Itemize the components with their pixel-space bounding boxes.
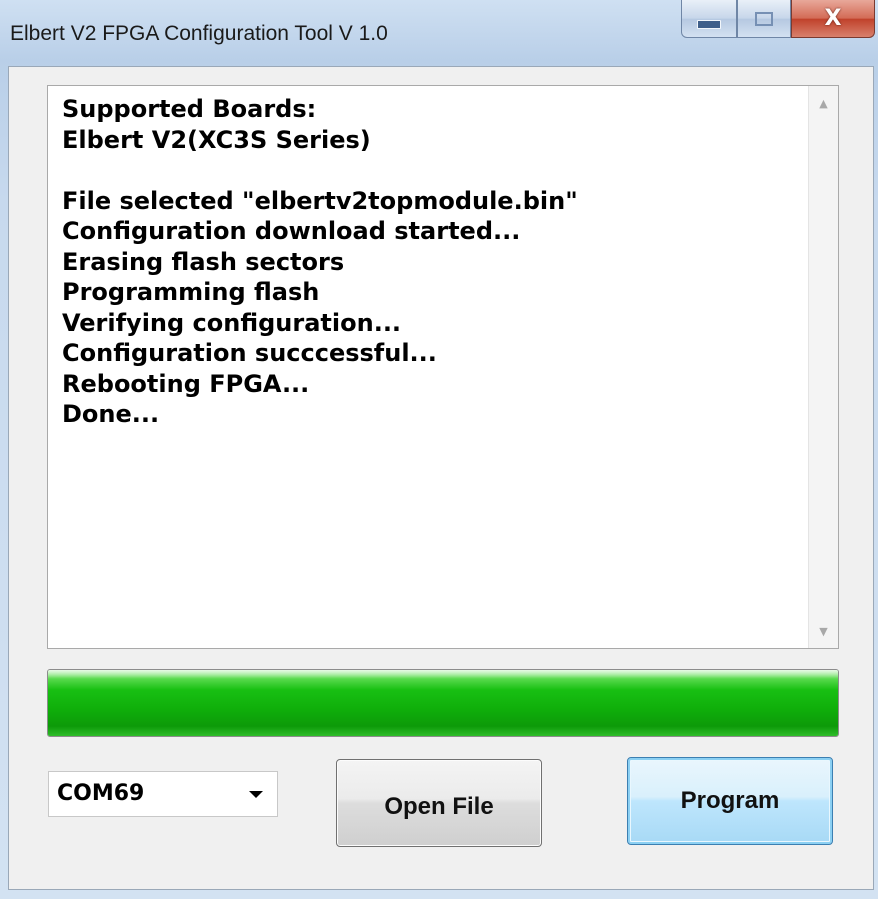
log-textbox[interactable]: Supported Boards: Elbert V2(XC3S Series)… bbox=[47, 85, 839, 649]
progress-fill bbox=[48, 670, 838, 736]
com-port-select[interactable]: COM69 bbox=[48, 771, 278, 817]
close-button[interactable]: X bbox=[791, 0, 875, 38]
minimize-icon bbox=[697, 20, 721, 29]
log-line: Rebooting FPGA... bbox=[62, 369, 310, 398]
log-line: Elbert V2(XC3S Series) bbox=[62, 125, 371, 154]
open-file-button[interactable]: Open File bbox=[336, 759, 542, 847]
window-title: Elbert V2 FPGA Configuration Tool V 1.0 bbox=[10, 22, 388, 45]
maximize-button[interactable] bbox=[737, 0, 791, 38]
log-line: Verifying configuration... bbox=[62, 308, 402, 337]
title-bar[interactable]: Elbert V2 FPGA Configuration Tool V 1.0 … bbox=[0, 0, 878, 66]
client-area: Supported Boards: Elbert V2(XC3S Series)… bbox=[8, 66, 874, 890]
log-lines: Supported Boards: Elbert V2(XC3S Series)… bbox=[62, 94, 798, 430]
program-button[interactable]: Program bbox=[627, 757, 833, 845]
maximize-icon bbox=[755, 11, 773, 26]
progress-bar bbox=[47, 669, 839, 737]
log-line: Done... bbox=[62, 400, 160, 428]
program-label: Program bbox=[680, 787, 780, 814]
log-line: Programming flash bbox=[62, 278, 320, 306]
open-file-label: Open File bbox=[384, 793, 494, 820]
log-line: Configuration succcessful... bbox=[62, 339, 437, 367]
close-icon: X bbox=[824, 6, 842, 31]
log-line: Erasing flash sectors bbox=[62, 247, 345, 276]
scroll-up-arrow-icon[interactable]: ▲ bbox=[809, 88, 838, 118]
log-line: Supported Boards: bbox=[62, 95, 317, 123]
log-line bbox=[62, 155, 798, 186]
com-port-value: COM69 bbox=[57, 781, 145, 806]
app-window: Elbert V2 FPGA Configuration Tool V 1.0 … bbox=[0, 0, 878, 899]
caption-buttons: X bbox=[681, 0, 878, 42]
chevron-down-icon[interactable] bbox=[249, 791, 263, 798]
minimize-button[interactable] bbox=[681, 0, 737, 38]
log-line: File selected "elbertv2topmodule.bin" bbox=[62, 186, 578, 215]
log-line: Configuration download started... bbox=[62, 217, 521, 245]
scroll-down-arrow-icon[interactable]: ▼ bbox=[809, 616, 838, 646]
log-scrollbar[interactable]: ▲ ▼ bbox=[808, 86, 838, 648]
